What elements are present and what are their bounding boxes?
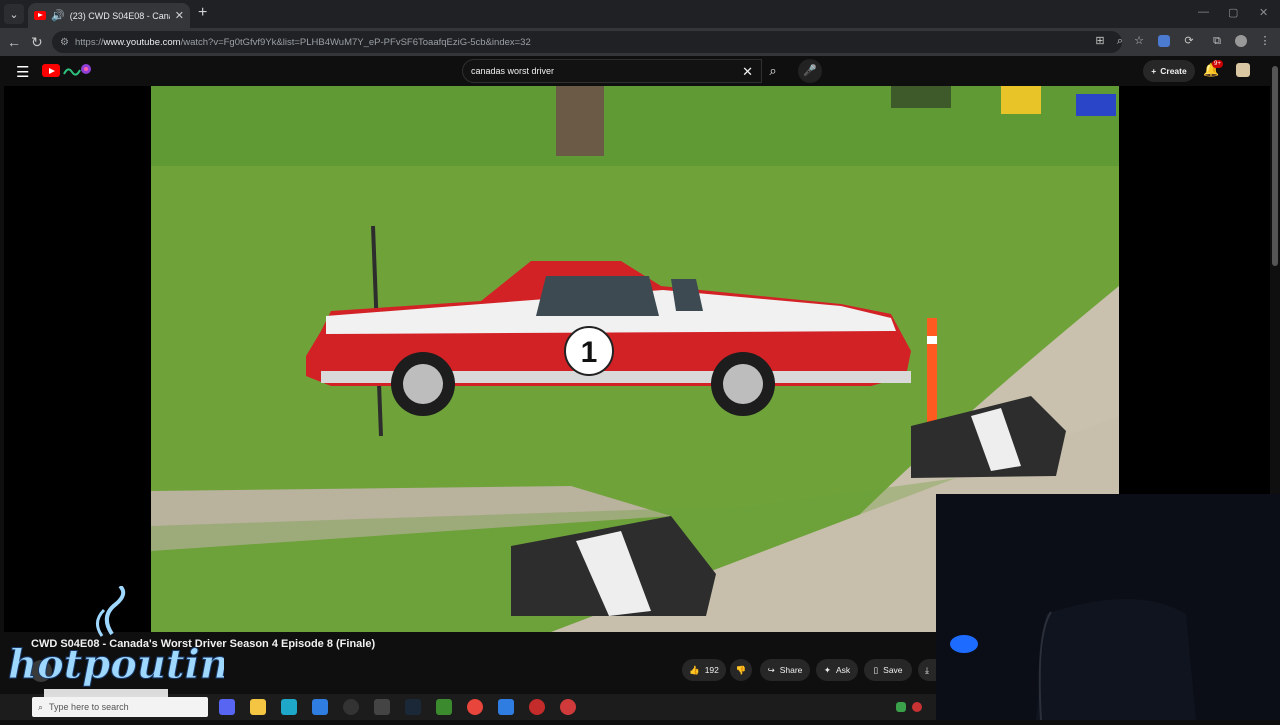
bookmark-star-icon[interactable]: ☆: [1133, 35, 1145, 47]
page-scrollbar[interactable]: [1270, 56, 1280, 496]
create-label: Create: [1160, 66, 1187, 76]
share-icon: ↪: [767, 664, 775, 675]
extension-puzzle-icon[interactable]: ⟳: [1183, 35, 1195, 47]
extension-icon[interactable]: [1158, 35, 1170, 47]
site-info-icon[interactable]: ⚙: [60, 37, 69, 48]
app-icon-2[interactable]: [498, 699, 514, 715]
like-button[interactable]: 👍 192: [682, 659, 726, 681]
dislike-button[interactable]: 👎: [730, 659, 752, 681]
tab-youtube[interactable]: 🔊 (23) CWD S04E08 - Canada's Worst Drive…: [28, 3, 190, 28]
reload-button[interactable]: ↻: [31, 33, 43, 51]
steam-icon[interactable]: [405, 699, 421, 715]
notification-badge: 9+: [1212, 60, 1223, 68]
watermark-text: hotpoutine: [8, 641, 224, 688]
browser-menu-icon[interactable]: ⋮: [1259, 35, 1271, 47]
ask-button[interactable]: ✦ Ask: [816, 659, 858, 681]
like-count: 192: [704, 665, 719, 675]
watermark-graphic: hotpoutine: [8, 584, 255, 697]
download-button[interactable]: ⤓: [918, 659, 936, 681]
tray-icon-2[interactable]: [912, 702, 922, 712]
webcam-scene: [936, 494, 1280, 720]
ask-label: Ask: [835, 665, 851, 675]
profile-avatar[interactable]: [1235, 35, 1247, 47]
search-icon[interactable]: ⌕: [760, 59, 786, 83]
bookmark-icon: ▯: [873, 664, 879, 675]
account-avatar[interactable]: [1236, 63, 1250, 77]
hamburger-menu-icon[interactable]: ☰: [16, 63, 29, 81]
create-button[interactable]: + Create: [1143, 60, 1195, 82]
chrome-icon[interactable]: [467, 699, 483, 715]
youtube-header: ☰ canadas worst driver ✕ ⌕ 🎤 + Create 🔔 9…: [0, 56, 1270, 86]
app-icon-3[interactable]: [529, 699, 545, 715]
thumbs-up-icon: 👍: [689, 664, 700, 675]
browser-toolbar: ← ↻ ⚙ https://www.youtube.com/watch?v=Fg…: [0, 28, 1280, 56]
search-input[interactable]: canadas worst driver ✕: [462, 59, 762, 83]
settings-icon[interactable]: [374, 699, 390, 715]
search-query: canadas worst driver: [471, 66, 555, 76]
tray-icon[interactable]: [896, 702, 906, 712]
back-button[interactable]: ←: [7, 33, 21, 51]
download-icon: ⤓: [925, 664, 929, 675]
microphone-icon[interactable]: 🎤: [798, 59, 822, 83]
url-text: https://www.youtube.com/watch?v=Fg0tGfvf…: [74, 36, 531, 48]
youtube-doodle-icon[interactable]: [62, 62, 92, 78]
install-app-icon[interactable]: ⊞: [1094, 35, 1106, 47]
thumbs-down-icon: 👎: [735, 664, 747, 675]
app-icon[interactable]: [312, 699, 328, 715]
clear-search-icon[interactable]: ✕: [742, 64, 753, 80]
edge-icon[interactable]: [281, 699, 297, 715]
window-close-button[interactable]: ✕: [1259, 6, 1268, 19]
app-icon-4[interactable]: [560, 699, 576, 715]
webcam-overlay: [936, 494, 1280, 720]
plus-icon: +: [1151, 66, 1157, 76]
tab-close-icon[interactable]: ✕: [175, 9, 184, 22]
browser-tab-bar: ⌄ 🔊 (23) CWD S04E08 - Canada's Worst Dri…: [0, 0, 1280, 28]
stream-watermark-logo: hotpoutine: [4, 584, 255, 720]
share-label: Share: [779, 665, 803, 675]
extensions-icon[interactable]: ⧉: [1211, 35, 1223, 47]
youtube-favicon-icon: [34, 11, 46, 20]
share-button[interactable]: ↪ Share: [760, 659, 810, 681]
audio-playing-icon[interactable]: 🔊: [51, 9, 65, 22]
car-number: 1: [581, 336, 598, 369]
save-button[interactable]: ▯ Save: [864, 659, 912, 681]
tab-search-button[interactable]: ⌄: [4, 4, 24, 24]
tab-title: (23) CWD S04E08 - Canada's Worst Driver: [69, 10, 170, 21]
youtube-logo[interactable]: [42, 64, 60, 77]
obs-icon[interactable]: [343, 699, 359, 715]
scrollbar-thumb[interactable]: [1272, 66, 1278, 266]
sparkle-icon: ✦: [823, 664, 831, 675]
address-bar[interactable]: ⚙ https://www.youtube.com/watch?v=Fg0tGf…: [52, 31, 1122, 53]
save-label: Save: [883, 665, 903, 675]
maximize-button[interactable]: ▢: [1228, 6, 1238, 19]
zoom-icon[interactable]: ⌕: [1114, 35, 1126, 47]
minimize-button[interactable]: —: [1198, 6, 1209, 18]
file-explorer-icon[interactable]: [250, 699, 266, 715]
minecraft-icon[interactable]: [436, 699, 452, 715]
new-tab-button[interactable]: +: [198, 4, 207, 22]
